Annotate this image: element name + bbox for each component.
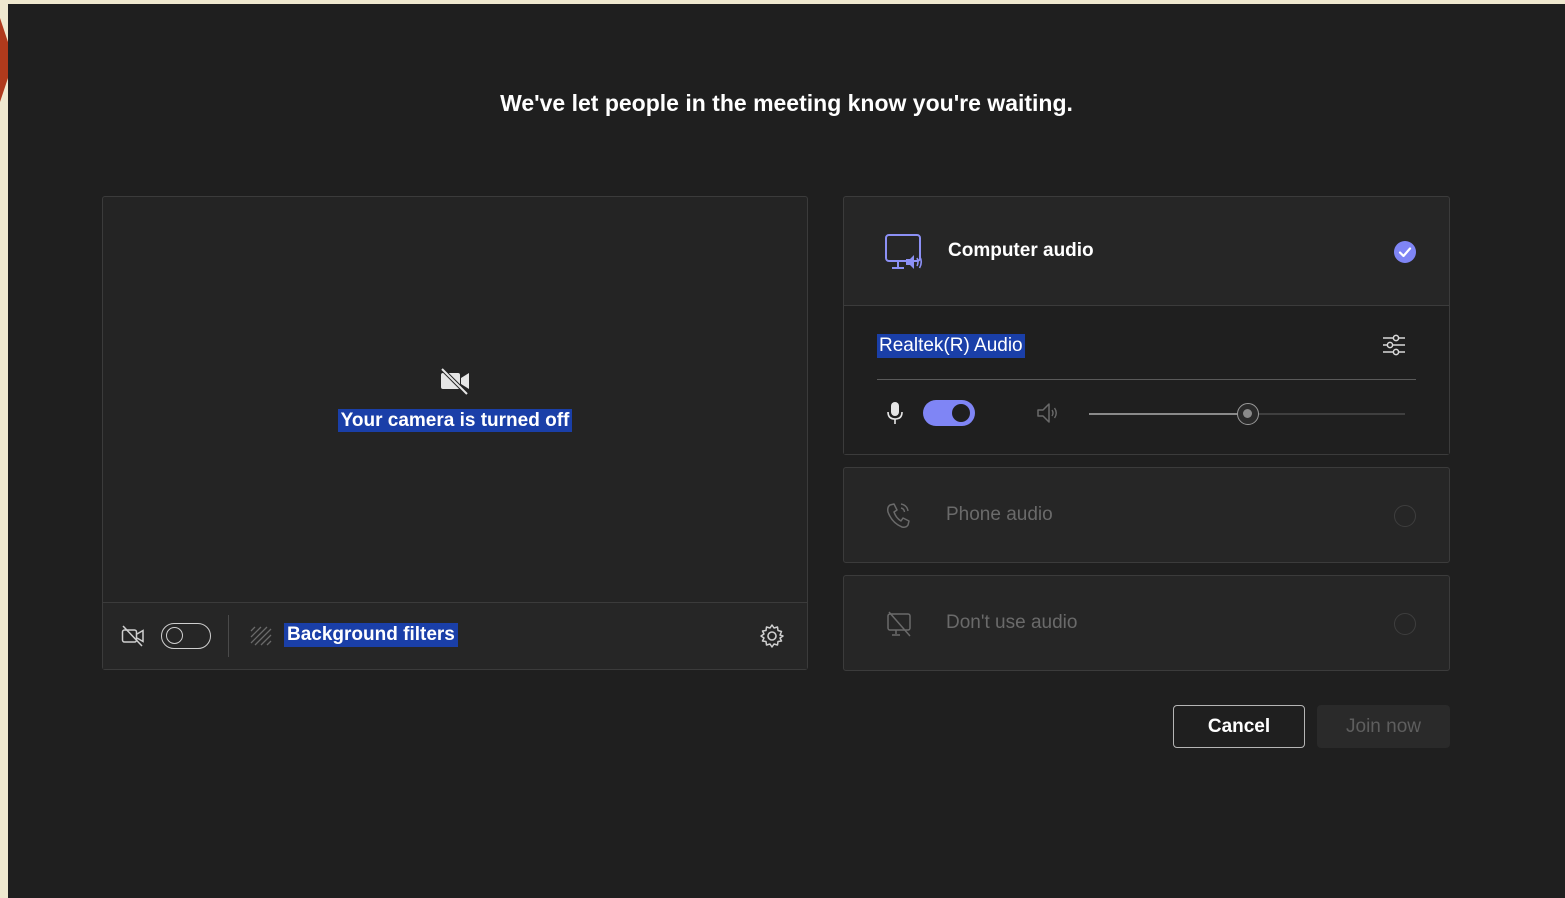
volume-slider-fill <box>1089 413 1247 415</box>
audio-device-settings: Realtek(R) Audio <box>844 306 1449 454</box>
checkmark-circle-icon <box>1394 241 1416 263</box>
microphone-toggle[interactable] <box>923 400 975 426</box>
computer-audio-icon <box>885 234 923 269</box>
no-audio-radio[interactable] <box>1394 613 1416 635</box>
camera-off-message: Your camera is turned off <box>103 409 807 432</box>
no-audio-icon <box>887 611 911 637</box>
device-divider <box>877 379 1416 380</box>
video-preview-area: Your camera is turned off <box>103 197 807 603</box>
cancel-button[interactable]: Cancel <box>1173 705 1305 748</box>
computer-audio-label: Computer audio <box>948 240 1094 261</box>
toolbar-divider <box>228 615 229 657</box>
volume-slider-track[interactable] <box>1247 413 1405 415</box>
gear-icon[interactable] <box>759 623 785 649</box>
prejoin-window: We've let people in the meeting know you… <box>8 4 1565 898</box>
background-filters-button[interactable]: Background filters <box>284 623 458 647</box>
camera-off-icon <box>440 367 469 395</box>
phone-audio-label: Phone audio <box>946 504 1053 525</box>
phone-audio-option[interactable]: Phone audio <box>843 467 1450 563</box>
audio-settings-sliders-icon[interactable] <box>1381 332 1407 358</box>
camera-off-small-icon <box>121 625 144 647</box>
no-audio-label: Don't use audio <box>946 612 1078 633</box>
video-preview-panel: Your camera is turned off Background fil… <box>102 196 808 670</box>
video-toolbar: Background filters <box>103 602 807 669</box>
join-now-button[interactable]: Join now <box>1317 705 1450 748</box>
background-effects-icon <box>250 626 272 646</box>
no-audio-option[interactable]: Don't use audio <box>843 575 1450 671</box>
speaker-icon <box>1037 403 1057 423</box>
page-title: We've let people in the meeting know you… <box>500 90 1073 116</box>
audio-device-name[interactable]: Realtek(R) Audio <box>877 334 1025 358</box>
phone-audio-radio[interactable] <box>1394 505 1416 527</box>
camera-toggle[interactable] <box>161 623 211 649</box>
camera-off-label: Your camera is turned off <box>337 409 573 432</box>
microphone-toggle-knob <box>952 404 970 422</box>
phone-audio-icon <box>887 503 910 528</box>
computer-audio-option[interactable]: Computer audio Realtek(R) Audio <box>843 196 1450 455</box>
computer-audio-header[interactable]: Computer audio <box>844 197 1449 306</box>
volume-slider-thumb[interactable] <box>1237 403 1259 425</box>
camera-toggle-knob <box>166 627 183 644</box>
microphone-icon <box>887 402 903 424</box>
